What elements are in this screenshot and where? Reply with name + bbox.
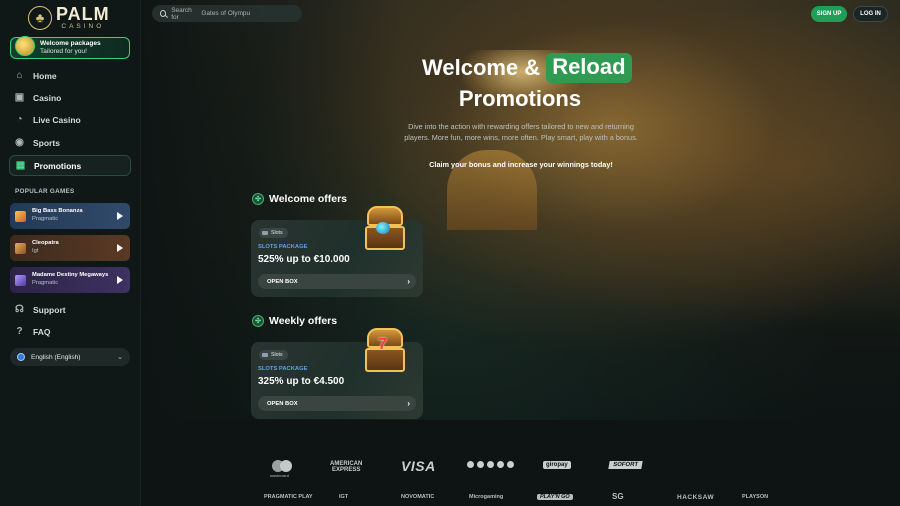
home-icon: ⌂ — [16, 70, 23, 81]
hero-claim: Claim your bonus and increase your winni… — [429, 160, 613, 169]
welcome-packages-banner[interactable]: Welcome packages Tailored for you! — [10, 36, 130, 59]
section-title: Welcome offers — [269, 193, 347, 205]
game-item[interactable]: Big Bass Bonanza Pragmatic — [10, 203, 130, 229]
brand-name: PALM — [56, 4, 110, 24]
game-provider: Igt — [32, 248, 39, 254]
chevron-down-icon: ⌄ — [117, 354, 123, 361]
palm-tree-icon: ♣ — [28, 5, 52, 30]
novomatic-logo: NOVOMATIC — [401, 494, 435, 500]
nav-faq[interactable]: ? FAQ — [14, 326, 50, 337]
slot-chest-icon: 7 — [363, 328, 407, 376]
brand-logo[interactable]: ♣ PALM CASINO — [28, 5, 110, 31]
brand-sub: CASINO — [61, 23, 105, 30]
offer-amount: 325% up to €4.500 — [258, 376, 345, 387]
category-tag: Slots — [259, 228, 288, 238]
nav-faq-label: FAQ — [33, 326, 51, 337]
game-item[interactable]: Cleopatra Igt — [10, 235, 130, 261]
offer-kicker: SLOTS PACKAGE — [258, 366, 308, 372]
nav-home-label: Home — [33, 70, 57, 81]
game-item[interactable]: Madame Destiny Megaways Pragmatic — [10, 267, 130, 293]
maestro-logo — [467, 461, 514, 468]
game-title: Big Bass Bonanza — [32, 208, 83, 215]
nav-promotions[interactable]: ▦ Promotions — [9, 155, 131, 176]
clover-icon: ✣ — [252, 315, 264, 327]
question-icon: ? — [16, 326, 23, 337]
hero-title-highlight: Reload — [546, 53, 632, 83]
nav-support-label: Support — [33, 304, 66, 315]
open-box-button[interactable]: OPEN BOX › — [258, 396, 416, 411]
nav-live-casino[interactable]: ◔ Live Casino — [14, 114, 81, 125]
game-title: Cleopatra — [32, 240, 59, 247]
sidebar: ♣ PALM CASINO Welcome packages Tailored … — [0, 0, 141, 506]
chevron-right-icon: › — [407, 277, 410, 286]
open-box-label: OPEN BOX — [267, 278, 298, 285]
play-icon[interactable] — [117, 212, 123, 220]
hacksaw-logo: HACKSAW — [677, 494, 715, 501]
search-bar[interactable]: Search for — [152, 5, 302, 22]
microgaming-logo: Microgaming — [469, 494, 504, 500]
mastercard-logo: mastercard — [270, 460, 292, 478]
live-dealer-icon: ◔ — [16, 114, 23, 125]
signup-button[interactable]: SIGN UP — [811, 6, 847, 22]
playson-logo: PLAYSON — [742, 494, 769, 500]
open-box-label: OPEN BOX — [267, 400, 298, 407]
globe-icon — [17, 353, 25, 361]
nav-live-casino-label: Live Casino — [33, 114, 81, 125]
treasure-chest-icon — [363, 206, 407, 254]
offer-kicker: SLOTS PACKAGE — [258, 244, 308, 250]
playngo-logo: PLAY'N GO — [537, 494, 573, 500]
nav-support[interactable]: ☊ Support — [14, 304, 66, 315]
giropay-logo: giropay — [543, 461, 571, 469]
category-tag: Slots — [259, 350, 288, 360]
play-icon[interactable] — [117, 244, 123, 252]
hero-description: Dive into the action with rewarding offe… — [404, 122, 638, 143]
popular-games-heading: POPULAR GAMES — [15, 188, 75, 195]
gift-coin-icon — [15, 36, 35, 56]
nav-promotions-label: Promotions — [34, 160, 82, 171]
game-thumbnail — [15, 210, 26, 222]
nav-home[interactable]: ⌂ Home — [14, 70, 57, 81]
game-thumbnail — [15, 274, 26, 286]
igt-logo: IGT — [339, 494, 349, 500]
visa-logo: VISA — [401, 458, 436, 474]
hero-title: Welcome & Reload — [422, 53, 632, 83]
nav-sports-label: Sports — [33, 137, 60, 148]
search-input[interactable] — [201, 10, 302, 17]
search-label: Search for — [171, 6, 192, 21]
open-box-button[interactable]: OPEN BOX › — [258, 274, 416, 289]
pragmatic-logo: PRAGMATIC PLAY — [264, 494, 313, 500]
login-button[interactable]: LOG IN — [853, 6, 888, 22]
welcome-offers-heading: ✣ Welcome offers — [252, 193, 347, 205]
gift-icon: ▦ — [15, 160, 26, 171]
game-provider: Pragmatic — [32, 280, 59, 286]
sg-logo: SG — [612, 492, 624, 501]
football-icon: ◉ — [15, 137, 24, 148]
game-provider: Pragmatic — [32, 216, 59, 222]
offer-amount: 525% up to €10.000 — [258, 254, 350, 265]
hero-title-line2: Promotions — [458, 86, 582, 111]
clover-icon: ✣ — [252, 193, 264, 205]
sofort-logo: SOFORT — [608, 461, 643, 469]
section-title: Weekly offers — [269, 315, 338, 327]
weekly-offers-heading: ✣ Weekly offers — [252, 315, 337, 327]
hero-title-part1: Welcome & — [422, 55, 541, 80]
language-selector[interactable]: English (English) ⌄ — [10, 348, 130, 366]
play-icon[interactable] — [117, 276, 123, 284]
welcome-packages-title: Welcome packages — [40, 39, 101, 47]
offer-card: Slots SLOTS PACKAGE 325% up to €4.500 OP… — [251, 328, 423, 419]
language-label: English (English) — [31, 353, 81, 361]
nav-sports[interactable]: ◉ Sports — [14, 137, 60, 148]
search-icon — [160, 10, 167, 17]
offer-card: Slots SLOTS PACKAGE 525% up to €10.000 O… — [251, 206, 423, 297]
welcome-packages-subtitle: Tailored for you! — [40, 48, 87, 55]
headset-icon: ☊ — [15, 304, 24, 315]
game-title: Madame Destiny Megaways — [32, 272, 109, 279]
chevron-right-icon: › — [407, 399, 410, 408]
game-thumbnail — [15, 242, 26, 254]
amex-logo: AMERICAN EXPRESS — [330, 461, 363, 474]
